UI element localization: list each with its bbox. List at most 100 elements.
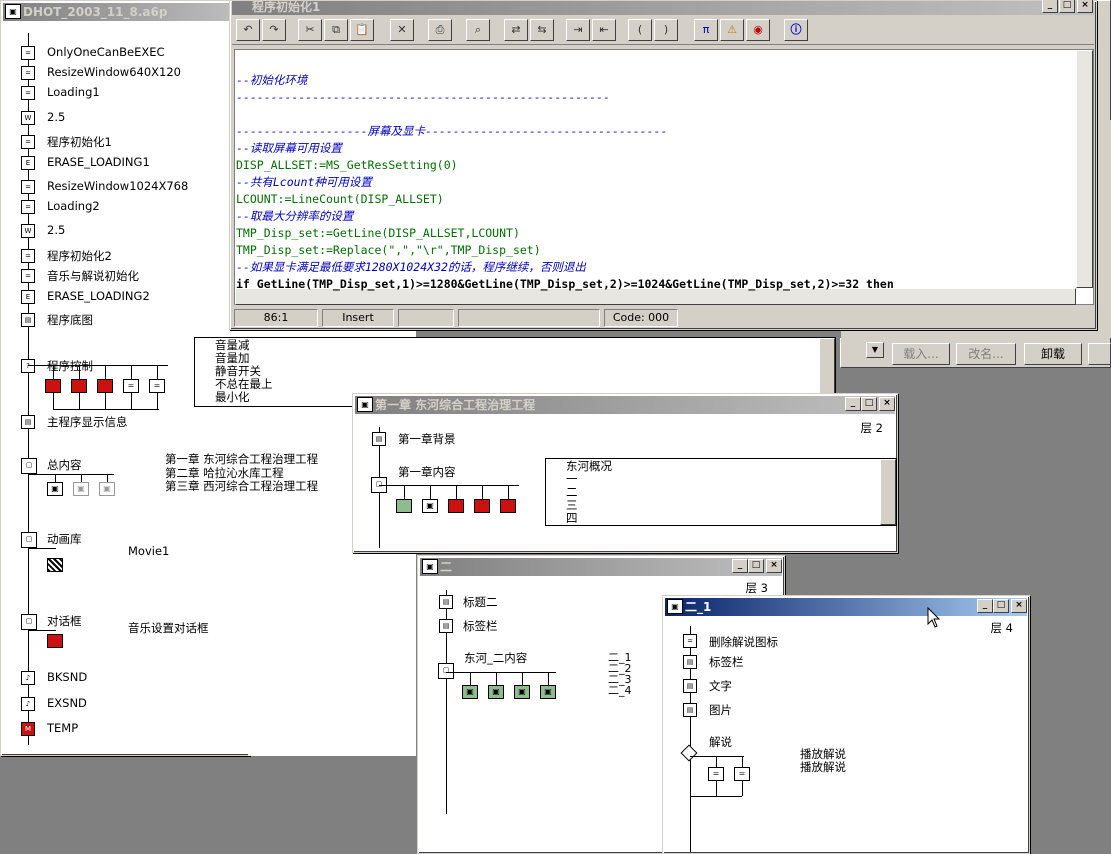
minimize-button[interactable]: _ bbox=[977, 599, 993, 613]
paste-icon[interactable]: 📋 bbox=[350, 19, 374, 41]
code-editor-titlebar[interactable]: 程序初始化1 bbox=[232, 1, 1094, 15]
flow-item-label[interactable]: 图片 bbox=[709, 702, 732, 718]
code-line[interactable]: TMP_Disp_set:=Replace(",","\r",TMP_Disp_… bbox=[236, 242, 541, 259]
display-icon[interactable]: ▤ bbox=[439, 619, 453, 633]
calc-icon[interactable]: = bbox=[21, 135, 35, 149]
flow-item-label[interactable]: 文字 bbox=[709, 678, 732, 694]
flow-item-label[interactable]: ResizeWindow640X120 bbox=[47, 65, 181, 79]
calc-icon[interactable]: = bbox=[21, 66, 35, 80]
code-line[interactable]: --如果显卡满足最低要求1280X1024X32的话，程序继续，否则退出 bbox=[236, 259, 586, 276]
section-option[interactable]: 四 bbox=[566, 512, 896, 525]
listbox-scrollbar[interactable] bbox=[880, 459, 896, 525]
chapter-1-label[interactable]: 第一章 东河综合工程治理工程 bbox=[165, 452, 318, 467]
chapter-2-label[interactable]: 第二章 哈拉沁水库工程 bbox=[165, 466, 318, 481]
chapter1-titlebar[interactable]: ▣ 第一章 东河综合工程治理工程 bbox=[355, 396, 895, 414]
copy-icon[interactable]: ⧉ bbox=[324, 19, 348, 41]
display-icon[interactable]: ▤ bbox=[21, 415, 35, 429]
outdent-icon[interactable]: ⇤ bbox=[592, 19, 616, 41]
display-icon[interactable]: ▤ bbox=[372, 432, 386, 446]
cut-icon[interactable]: ✂ bbox=[298, 19, 322, 41]
code-line[interactable]: LCOUNT:=LineCount(DISP_ALLSET) bbox=[236, 191, 444, 208]
code-line[interactable]: if GetLine(TMP_Disp_set,1)>=1280&GetLine… bbox=[236, 276, 894, 293]
calc-icon[interactable]: = bbox=[21, 46, 35, 60]
sound-icon[interactable]: ♪ bbox=[21, 697, 35, 711]
control-option[interactable]: 音量加 bbox=[215, 352, 835, 365]
map-icon[interactable] bbox=[396, 499, 412, 513]
flow-item-label[interactable]: Loading2 bbox=[47, 199, 100, 213]
delete-icon[interactable]: ✕ bbox=[390, 19, 414, 41]
chapter1-sections-listbox[interactable]: 东河概况 一 二 三 四 bbox=[545, 458, 897, 526]
maximize-button[interactable]: □ bbox=[1059, 0, 1075, 13]
flow-item-label[interactable]: 第一章背景 bbox=[398, 431, 456, 447]
sublabel[interactable]: 二_4 bbox=[608, 685, 632, 696]
open-paren-icon[interactable]: ( bbox=[628, 19, 652, 41]
replace-all-icon[interactable]: ⇆ bbox=[530, 19, 554, 41]
warning-icon[interactable]: ⚠ bbox=[720, 19, 744, 41]
calc-icon[interactable]: = bbox=[21, 180, 35, 194]
calc-icon[interactable]: = bbox=[21, 200, 35, 214]
flow-item-label[interactable]: OnlyOneCanBeEXEC bbox=[47, 45, 165, 59]
flow-item-label[interactable]: 标签栏 bbox=[463, 618, 498, 634]
code-line[interactable]: DISP_ALLSET:=MS_GetResSetting(0) bbox=[236, 157, 458, 174]
framework-icon[interactable]: ▢ bbox=[21, 458, 37, 474]
display-icon[interactable]: ▤ bbox=[683, 679, 697, 693]
flow-item-label[interactable]: 删除解说图标 bbox=[709, 634, 778, 650]
framework-icon[interactable]: ▣ bbox=[514, 685, 530, 699]
map-icon[interactable] bbox=[71, 379, 87, 393]
flow-item-label[interactable]: ERASE_LOADING2 bbox=[47, 289, 150, 303]
close-button[interactable]: × bbox=[879, 397, 895, 411]
maximize-button[interactable]: □ bbox=[748, 559, 764, 573]
maximize-button[interactable]: □ bbox=[861, 397, 877, 411]
flow-item-label[interactable]: ResizeWindow1024X768 bbox=[47, 179, 188, 193]
calc-icon[interactable]: = bbox=[683, 634, 697, 648]
flow-item-label[interactable]: 主程序显示信息 bbox=[47, 414, 128, 430]
control-option[interactable]: 不总在最上 bbox=[215, 378, 835, 391]
close-button[interactable]: × bbox=[766, 559, 782, 573]
bg-dropdown-button[interactable]: ▼ bbox=[866, 342, 884, 358]
map-icon[interactable] bbox=[97, 379, 113, 393]
sub2-titlebar[interactable]: ▣ 二 bbox=[420, 558, 782, 576]
calc-icon[interactable]: = bbox=[21, 86, 35, 100]
replace-icon[interactable]: ⇄ bbox=[504, 19, 528, 41]
rename-button[interactable]: 改名... bbox=[956, 343, 1016, 365]
flow-item-label[interactable]: 动画库 bbox=[47, 531, 82, 547]
framework-icon[interactable]: ▣ bbox=[73, 482, 89, 496]
flow-item-label[interactable]: 第一章内容 bbox=[398, 464, 456, 480]
minimize-button[interactable]: _ bbox=[732, 559, 748, 573]
redo-icon[interactable]: ↷ bbox=[262, 19, 286, 41]
framework-icon[interactable]: ▣ bbox=[488, 685, 504, 699]
display-icon[interactable]: ▤ bbox=[683, 703, 697, 717]
calc-icon[interactable]: = bbox=[123, 379, 139, 393]
indent-icon[interactable]: ⇥ bbox=[566, 19, 590, 41]
display-icon[interactable]: ▤ bbox=[21, 313, 35, 327]
extra-button[interactable] bbox=[1088, 343, 1111, 365]
code-line[interactable]: --取最大分辨率的设置 bbox=[236, 208, 353, 225]
flow-item-label[interactable]: 2.5 bbox=[47, 223, 65, 237]
function-icon[interactable]: π bbox=[694, 19, 718, 41]
code-line[interactable]: --读取屏幕可用设置 bbox=[236, 140, 342, 157]
framework-icon[interactable]: ▣ bbox=[540, 685, 556, 699]
sound-icon[interactable]: ♪ bbox=[21, 671, 35, 685]
map-icon[interactable]: M bbox=[21, 722, 35, 736]
flow-item-label[interactable]: 解说 bbox=[709, 734, 732, 750]
minimize-button[interactable]: _ bbox=[1042, 0, 1058, 13]
framework-icon[interactable]: ▣ bbox=[99, 482, 115, 496]
flow-item-label[interactable]: 音乐与解说初始化 bbox=[47, 268, 139, 284]
map-icon[interactable] bbox=[448, 499, 464, 513]
flow-item-label[interactable]: 东河_二内容 bbox=[464, 650, 527, 666]
erase-icon[interactable]: E bbox=[21, 290, 35, 304]
flow-item-label[interactable]: 标题二 bbox=[463, 594, 498, 610]
control-option[interactable]: 音量减 bbox=[215, 339, 835, 352]
framework-icon[interactable]: ▣ bbox=[462, 685, 478, 699]
calc-icon[interactable]: = bbox=[21, 269, 35, 283]
framework-icon[interactable]: ▣ bbox=[47, 482, 63, 496]
flow-item-label[interactable]: 程序底图 bbox=[47, 312, 93, 328]
find-icon[interactable]: ⌕ bbox=[466, 19, 490, 41]
flow-item-label[interactable]: BKSND bbox=[47, 670, 87, 684]
flow-item-label[interactable]: 总内容 bbox=[47, 457, 82, 473]
map-icon[interactable]: ▣ bbox=[422, 499, 438, 513]
help-icon[interactable]: ⓘ bbox=[784, 19, 808, 41]
flow-item-label[interactable]: 2.5 bbox=[47, 110, 65, 124]
erase-icon[interactable]: E bbox=[21, 156, 35, 170]
control-option[interactable]: 静音开关 bbox=[215, 365, 835, 378]
